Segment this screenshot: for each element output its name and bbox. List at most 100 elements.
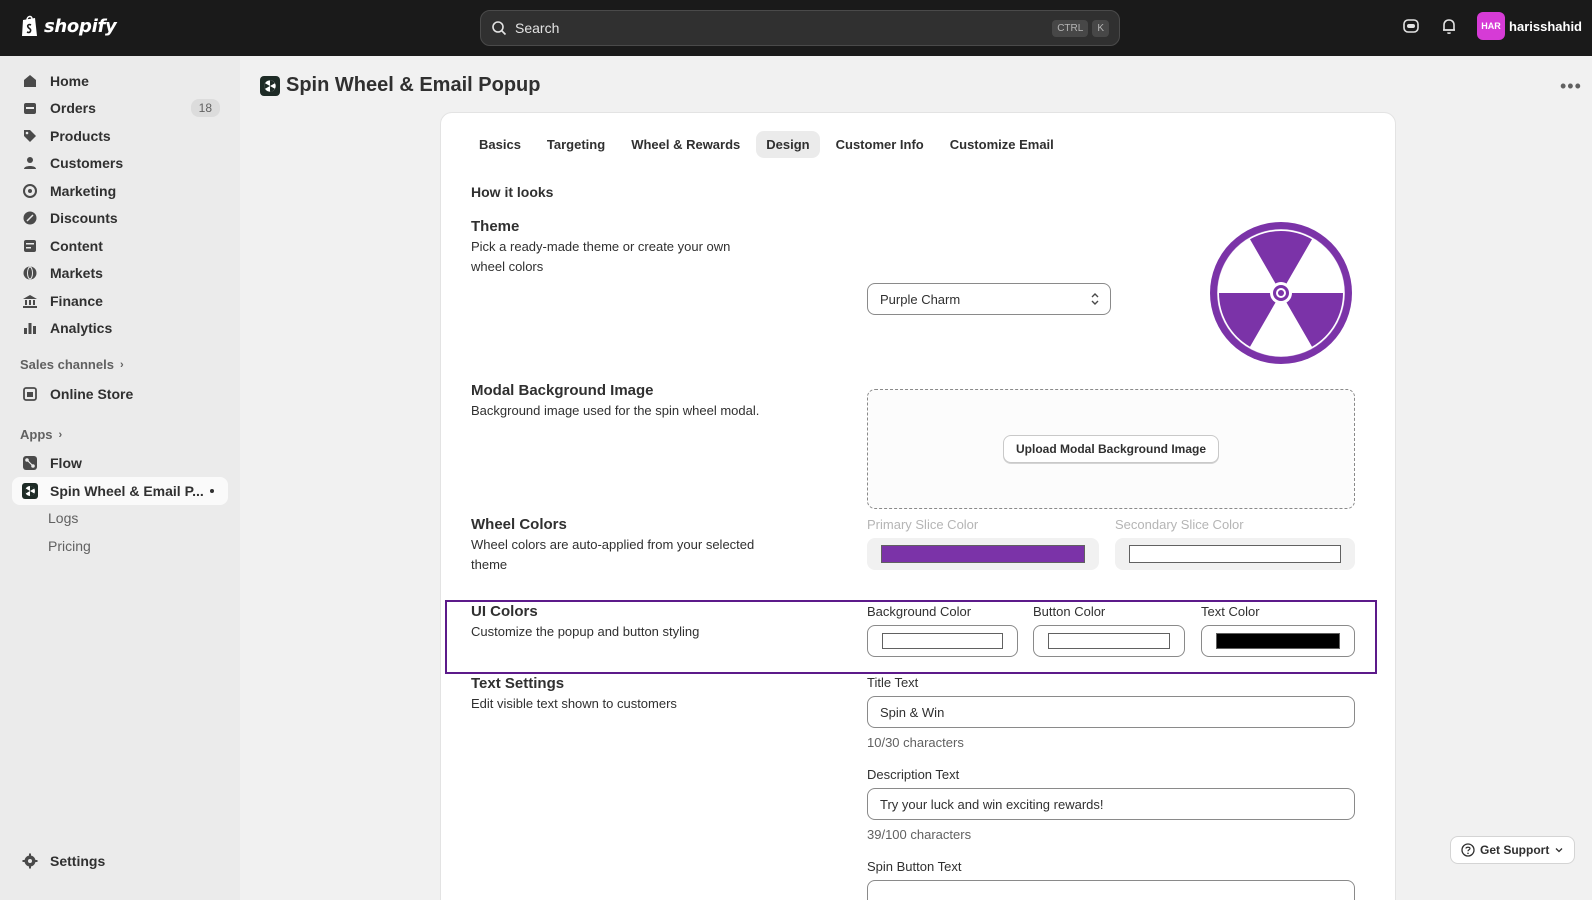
sidebar-item-marketing[interactable]: Marketing xyxy=(12,177,228,205)
button-color-picker[interactable] xyxy=(1033,625,1185,657)
apps-label: Apps xyxy=(20,427,53,442)
ui-colors-title: UI Colors xyxy=(471,603,538,620)
sidebar-item-orders[interactable]: Orders 18 xyxy=(12,94,228,122)
sidebar-item-label: Marketing xyxy=(50,183,117,199)
sidebar-item-customers[interactable]: Customers xyxy=(12,149,228,177)
primary-slice-swatch xyxy=(881,545,1085,563)
secondary-slice-swatch xyxy=(1129,545,1341,563)
text-color-swatch xyxy=(1216,633,1340,649)
page-title: Spin Wheel & Email Popup xyxy=(286,74,541,96)
page-header: Spin Wheel & Email Popup xyxy=(260,74,540,97)
primary-slice-color-picker xyxy=(867,538,1099,570)
tab-customer-info[interactable]: Customer Info xyxy=(826,131,934,158)
wheel-preview xyxy=(1210,222,1352,364)
top-bar: shopify Search CTRL K HAR harisshahid xyxy=(0,0,1592,56)
modal-bg-dropzone[interactable]: Upload Modal Background Image xyxy=(867,389,1355,509)
title-text-count: 10/30 characters xyxy=(867,735,964,750)
sidebar-item-online-store[interactable]: Online Store xyxy=(12,380,228,408)
theme-select-value: Purple Charm xyxy=(880,291,961,307)
sidebar-item-label: Discounts xyxy=(50,210,118,226)
pin-dot-icon xyxy=(210,489,214,493)
person-icon xyxy=(24,157,36,169)
sidebar-item-label: Customers xyxy=(50,155,124,171)
shopify-bag-icon xyxy=(22,15,37,36)
shopify-logo[interactable]: shopify xyxy=(20,14,117,38)
sidebar-item-flow[interactable]: Flow xyxy=(12,449,228,477)
sidebar-item-spin-wheel-app[interactable]: Spin Wheel & Email P... xyxy=(12,477,228,505)
sidebar-item-label: Content xyxy=(50,238,103,254)
secondary-slice-label: Secondary Slice Color xyxy=(1115,517,1244,532)
sidebar-item-label: Products xyxy=(50,128,111,144)
orders-icon xyxy=(24,103,36,114)
avatar: HAR xyxy=(1477,12,1506,40)
tag-icon xyxy=(24,130,36,142)
text-color-label: Text Color xyxy=(1201,604,1260,619)
button-color-swatch xyxy=(1048,633,1170,649)
sidebar-item-finance[interactable]: Finance xyxy=(12,287,228,315)
sidebar-item-settings[interactable]: Settings xyxy=(12,847,228,875)
top-right-actions: HAR harisshahid xyxy=(1401,12,1582,40)
search-placeholder: Search xyxy=(515,20,560,36)
sidebar-item-label: Settings xyxy=(50,853,106,869)
sidebar-item-products[interactable]: Products xyxy=(12,122,228,150)
section-heading: How it looks xyxy=(471,184,554,200)
home-icon xyxy=(24,75,36,87)
sidebar-item-analytics[interactable]: Analytics xyxy=(12,314,228,342)
sidebar-item-markets[interactable]: Markets xyxy=(12,259,228,287)
sidebar-item-label: Orders xyxy=(50,100,96,116)
text-settings-description: Edit visible text shown to customers xyxy=(471,696,677,711)
sales-channels-header[interactable]: Sales channels › xyxy=(20,357,124,372)
text-color-picker[interactable] xyxy=(1201,625,1355,657)
shortcut-ctrl: CTRL xyxy=(1052,19,1089,37)
tab-customize-email[interactable]: Customize Email xyxy=(940,131,1064,158)
background-color-label: Background Color xyxy=(867,604,972,619)
search-bar[interactable]: Search CTRL K xyxy=(480,10,1120,46)
bank-icon xyxy=(23,295,37,308)
sidebar-item-home[interactable]: Home xyxy=(12,67,228,95)
sidebar-subitem-pricing[interactable]: Pricing xyxy=(48,538,91,554)
chevron-down-icon xyxy=(1555,848,1563,853)
wheel-colors-description: Wheel colors are auto-applied from your … xyxy=(471,537,755,572)
title-text-input[interactable]: Spin & Win xyxy=(867,696,1355,728)
background-color-picker[interactable] xyxy=(867,625,1018,657)
more-actions-button[interactable]: ••• xyxy=(1560,76,1582,97)
spin-button-text-label: Spin Button Text xyxy=(867,859,962,874)
tab-bar: Basics Targeting Wheel & Rewards Design … xyxy=(469,131,1064,158)
secondary-slice-color-picker xyxy=(1115,538,1355,570)
sales-channels-label: Sales channels xyxy=(20,357,114,372)
sidebar-subitem-logs[interactable]: Logs xyxy=(48,510,78,526)
apps-header[interactable]: Apps › xyxy=(20,427,62,442)
sidebar-item-label: Markets xyxy=(50,265,103,281)
get-support-button[interactable]: Get Support xyxy=(1450,836,1576,864)
select-arrows-icon xyxy=(1091,293,1099,305)
gear-icon xyxy=(22,853,38,869)
user-menu[interactable]: HAR harisshahid xyxy=(1477,12,1582,40)
description-text-input[interactable]: Try your luck and win exciting rewards! xyxy=(867,788,1355,820)
design-settings-card: Basics Targeting Wheel & Rewards Design … xyxy=(440,112,1396,900)
theme-title: Theme xyxy=(471,218,520,235)
modal-bg-title: Modal Background Image xyxy=(471,382,654,399)
theme-select[interactable]: Purple Charm xyxy=(867,283,1111,315)
sidebar-item-label: Analytics xyxy=(50,320,113,336)
globe-icon xyxy=(23,266,37,280)
brand-name: shopify xyxy=(44,15,117,37)
sidebar-item-content[interactable]: Content xyxy=(12,232,228,260)
help-circle-icon xyxy=(1461,843,1475,857)
sidekick-icon[interactable] xyxy=(1401,16,1421,36)
spin-wheel-app-icon xyxy=(22,483,38,499)
bell-icon[interactable] xyxy=(1439,16,1459,36)
sidebar-item-discounts[interactable]: Discounts xyxy=(12,204,228,232)
sidebar-item-label: Finance xyxy=(50,293,103,309)
upload-modal-bg-button[interactable]: Upload Modal Background Image xyxy=(1003,435,1220,463)
description-text-label: Description Text xyxy=(867,767,960,782)
chevron-right-icon: › xyxy=(58,428,63,441)
username: harisshahid xyxy=(1509,18,1582,34)
spin-button-text-input[interactable] xyxy=(867,880,1355,900)
tab-design[interactable]: Design xyxy=(756,131,820,158)
tab-targeting[interactable]: Targeting xyxy=(537,131,615,158)
tab-basics[interactable]: Basics xyxy=(469,131,531,158)
flow-icon xyxy=(23,456,37,470)
tab-wheel-rewards[interactable]: Wheel & Rewards xyxy=(621,131,750,158)
theme-description: Pick a ready-made theme or create your o… xyxy=(471,239,731,274)
background-color-swatch xyxy=(882,633,1003,649)
